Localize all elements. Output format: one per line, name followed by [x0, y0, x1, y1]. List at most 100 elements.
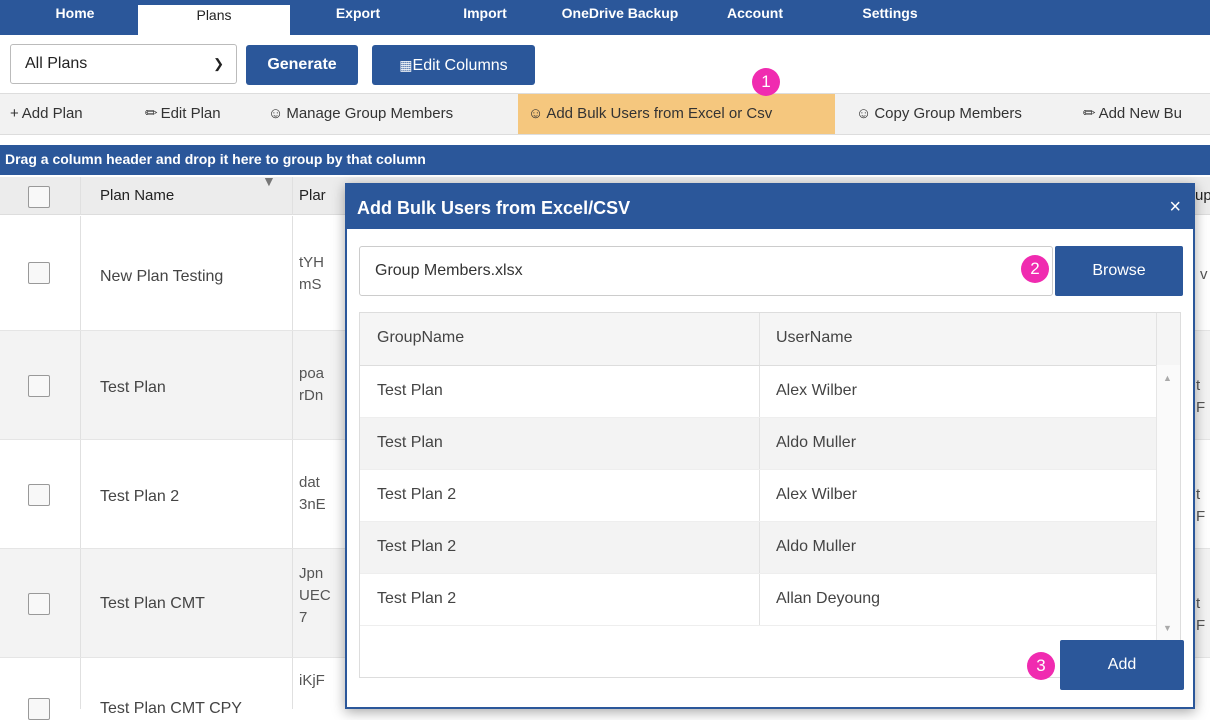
tab-home[interactable]: Home	[30, 0, 120, 30]
plus-icon: +	[10, 105, 19, 122]
add-new-bucket-button[interactable]: ✏ Add New Bu	[1083, 94, 1182, 134]
edit-plan-button[interactable]: ✏ Edit Plan	[145, 94, 221, 134]
edit-plan-label: Edit Plan	[160, 105, 221, 122]
column-divider	[1156, 313, 1157, 365]
plan-name-cell: Test Plan	[100, 379, 166, 396]
edit-columns-label: Edit Columns	[412, 57, 508, 74]
preview-row: Test Plan 2 Aldo Muller	[360, 522, 1156, 574]
plan-id-line: 3nE	[299, 496, 326, 513]
column-divider	[80, 440, 81, 548]
column-divider	[292, 658, 293, 709]
plan-id-cell: poa rDn	[299, 363, 324, 407]
pencil-icon: ✏	[1083, 105, 1096, 122]
tab-onedrive-backup[interactable]: OneDrive Backup	[550, 0, 690, 30]
column-divider	[292, 440, 293, 548]
preview-table: GroupName UserName Test Plan Alex Wilber…	[359, 312, 1181, 678]
column-divider	[759, 366, 760, 417]
tab-import[interactable]: Import	[445, 0, 525, 30]
add-bulk-users-dialog: Add Bulk Users from Excel/CSV × Group Me…	[345, 183, 1195, 709]
user-name-cell: Alex Wilber	[776, 486, 857, 503]
add-plan-button[interactable]: + Add Plan	[10, 94, 83, 134]
plan-id-line: UEC	[299, 587, 331, 604]
plan-id-cell: tYH mS	[299, 252, 324, 296]
toolbar: + Add Plan ✏ Edit Plan ☺ Manage Group Membe…	[0, 93, 1210, 135]
preview-row: Test Plan Alex Wilber	[360, 366, 1156, 418]
scroll-down-icon[interactable]: ▼	[1163, 623, 1172, 633]
preview-table-scrollbar[interactable]: ▲ ▼	[1156, 365, 1180, 677]
edit-columns-button[interactable]: ▦Edit Columns	[372, 45, 535, 85]
file-path-input[interactable]: Group Members.xlsx	[359, 246, 1053, 296]
manage-group-members-button[interactable]: ☺ Manage Group Members	[268, 94, 453, 134]
group-cell: t F	[1196, 486, 1206, 525]
plan-id-line: mS	[299, 276, 322, 293]
row-checkbox[interactable]	[28, 593, 50, 615]
column-divider	[80, 331, 81, 439]
row-checkbox[interactable]	[28, 484, 50, 506]
step-badge-3: 3	[1027, 652, 1055, 680]
tab-plans[interactable]: Plans	[138, 5, 290, 35]
add-plan-label: Add Plan	[21, 105, 83, 122]
row-checkbox[interactable]	[28, 375, 50, 397]
dialog-title: Add Bulk Users from Excel/CSV	[347, 185, 1193, 229]
plan-id-line: tYH	[299, 254, 325, 271]
plan-name-cell: Test Plan CMT CPY	[100, 700, 242, 717]
header-groupname: GroupName	[377, 329, 465, 346]
user-name-cell: Aldo Muller	[776, 434, 857, 451]
column-divider	[292, 216, 293, 330]
preview-row: Test Plan 2 Allan Deyoung	[360, 574, 1156, 626]
step-badge-1: 1	[752, 68, 780, 96]
plan-id-line: rDn	[299, 387, 324, 404]
tab-export[interactable]: Export	[318, 0, 398, 30]
preview-table-header: GroupName UserName	[360, 313, 1180, 366]
header-group[interactable]: up	[1195, 187, 1210, 204]
group-name-cell: Test Plan	[377, 382, 443, 399]
column-divider	[759, 418, 760, 469]
column-divider	[80, 216, 81, 330]
top-nav: Home Plans Export Import OneDrive Backup…	[0, 0, 1210, 35]
header-plan-id[interactable]: Plar	[299, 187, 326, 204]
copy-group-members-button[interactable]: ☺ Copy Group Members	[856, 94, 1022, 134]
select-all-checkbox[interactable]	[28, 186, 50, 208]
user-name-cell: Allan Deyoung	[776, 590, 881, 607]
header-plan-name[interactable]: Plan Name	[100, 187, 174, 204]
column-divider	[80, 658, 81, 709]
preview-row: Test Plan 2 Alex Wilber	[360, 470, 1156, 522]
tab-settings[interactable]: Settings	[840, 0, 940, 30]
users-add-icon: ☺	[268, 105, 284, 122]
user-name-cell: Aldo Muller	[776, 538, 857, 555]
column-divider	[759, 313, 760, 365]
manage-group-members-label: Manage Group Members	[286, 105, 454, 122]
group-name-cell: Test Plan 2	[377, 538, 457, 555]
plan-id-line: dat	[299, 474, 320, 491]
chevron-down-icon: ❯	[213, 56, 224, 71]
column-divider	[80, 177, 81, 215]
close-icon[interactable]: ×	[1169, 185, 1181, 229]
group-drop-zone[interactable]: Drag a column header and drop it here to…	[0, 145, 1210, 175]
plan-filter-value: All Plans	[25, 55, 88, 72]
add-bulk-users-button[interactable]: ☺ Add Bulk Users from Excel or Csv	[518, 94, 835, 134]
plan-id-line: 7	[299, 609, 308, 626]
row-checkbox[interactable]	[28, 698, 50, 720]
group-name-cell: Test Plan 2	[377, 590, 457, 607]
row-checkbox[interactable]	[28, 262, 50, 284]
add-new-bucket-label: Add New Bu	[1098, 105, 1182, 122]
group-name-cell: Test Plan 2	[377, 486, 457, 503]
scroll-up-icon[interactable]: ▲	[1163, 373, 1172, 383]
group-name-cell: Test Plan	[377, 434, 443, 451]
browse-button[interactable]: Browse	[1055, 246, 1183, 296]
file-path-value: Group Members.xlsx	[375, 262, 523, 279]
users-add-icon: ☺	[856, 105, 872, 122]
filter-icon[interactable]: ▼	[262, 173, 276, 189]
column-divider	[759, 522, 760, 573]
tab-account[interactable]: Account	[715, 0, 795, 30]
plan-id-cell: iKjF	[299, 672, 325, 689]
plan-id-cell: Jpn UEC 7	[299, 563, 331, 629]
add-button[interactable]: Add	[1060, 640, 1184, 690]
plan-filter-select[interactable]: All Plans ❯	[10, 44, 237, 84]
group-cell: v	[1200, 266, 1208, 283]
copy-group-members-label: Copy Group Members	[874, 105, 1022, 122]
column-divider	[292, 549, 293, 657]
column-divider	[759, 574, 760, 625]
generate-button[interactable]: Generate	[246, 45, 358, 85]
user-name-cell: Alex Wilber	[776, 382, 857, 399]
